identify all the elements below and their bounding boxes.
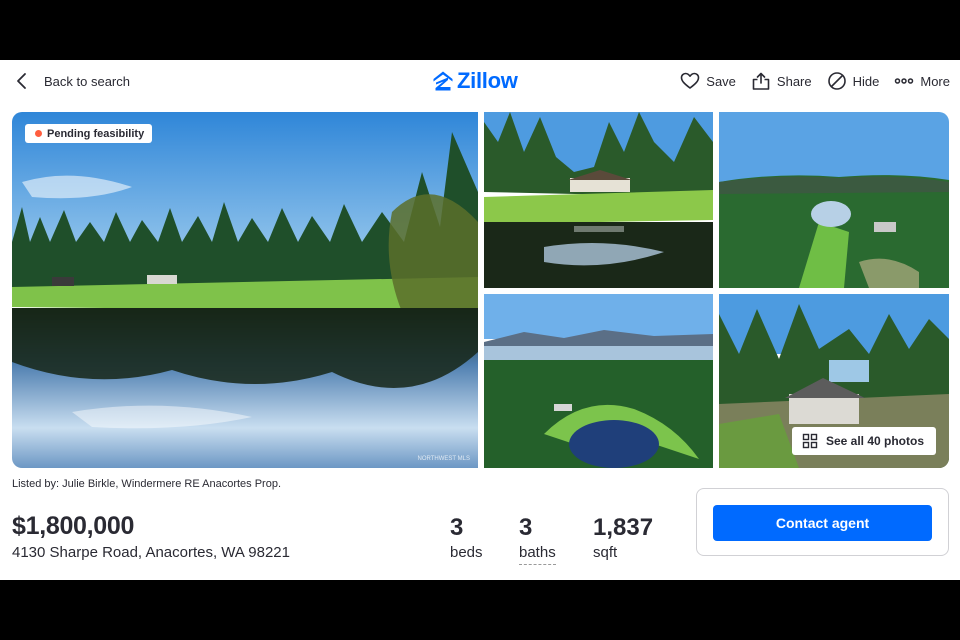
listed-by-text: Listed by: Julie Birkle, Windermere RE A… xyxy=(12,478,282,490)
gallery-photo-2[interactable] xyxy=(719,112,949,288)
heart-icon xyxy=(680,72,700,89)
hide-label: Hide xyxy=(852,73,880,89)
top-bar: Back to search Zillow Save Share Hide Mo… xyxy=(0,60,960,102)
status-badge: Pending feasibility xyxy=(25,124,153,143)
hide-button[interactable]: Hide xyxy=(827,71,880,91)
hide-icon xyxy=(827,72,846,90)
mls-watermark: NORTHWEST MLS xyxy=(417,456,470,462)
baths-value: 3 xyxy=(519,514,533,541)
sqft-stat: 1,837 sqft xyxy=(593,514,653,561)
listing-address: 4130 Sharpe Road, Anacortes, WA 98221 xyxy=(12,544,290,561)
more-label: More xyxy=(920,73,950,89)
share-label: Share xyxy=(776,73,812,89)
logo-text: Zillow xyxy=(457,68,518,93)
listing-page: Back to search Zillow Save Share Hide Mo… xyxy=(0,60,960,580)
baths-stat[interactable]: 3 baths xyxy=(519,514,556,565)
status-dot xyxy=(35,130,42,137)
contact-card: Contact agent xyxy=(696,488,949,556)
beds-value: 3 xyxy=(450,514,464,541)
more-button[interactable]: More xyxy=(894,71,950,91)
status-badge-label: Pending feasibility xyxy=(47,127,145,140)
beds-stat: 3 beds xyxy=(450,514,483,561)
save-label: Save xyxy=(706,73,736,89)
see-all-label: See all 40 photos xyxy=(825,434,924,448)
pond-reflection-image xyxy=(12,112,478,468)
gallery-photo-3[interactable] xyxy=(484,294,713,468)
house-pond-image xyxy=(484,112,713,288)
baths-label[interactable]: baths xyxy=(519,544,556,565)
contact-agent-button[interactable]: Contact agent xyxy=(713,505,932,541)
zillow-house-icon xyxy=(433,71,453,91)
listing-price: $1,800,000 xyxy=(12,512,135,540)
share-button[interactable]: Share xyxy=(751,71,812,91)
header-actions: Save Share Hide More xyxy=(665,70,950,92)
aerial-property-image xyxy=(719,112,949,288)
back-label: Back to search xyxy=(44,73,130,89)
main-photo[interactable]: Pending feasibility NORTHWEST MLS xyxy=(12,112,478,468)
see-all-photos-button[interactable]: See all 40 photos xyxy=(791,427,936,455)
save-button[interactable]: Save xyxy=(680,71,736,91)
grid-icon xyxy=(802,433,818,449)
share-icon xyxy=(752,72,770,90)
gallery-photo-1[interactable] xyxy=(484,112,713,288)
sqft-label: sqft xyxy=(593,544,618,561)
back-to-search-link[interactable]: Back to search xyxy=(14,70,130,92)
sqft-value: 1,837 xyxy=(593,514,654,541)
zillow-logo[interactable]: Zillow xyxy=(432,68,518,94)
more-icon xyxy=(895,78,914,84)
aerial-view-image xyxy=(484,294,713,468)
beds-label: beds xyxy=(450,544,483,561)
gallery-photo-4[interactable]: See all 40 photos xyxy=(719,294,949,468)
chevron-left-icon xyxy=(17,73,26,89)
